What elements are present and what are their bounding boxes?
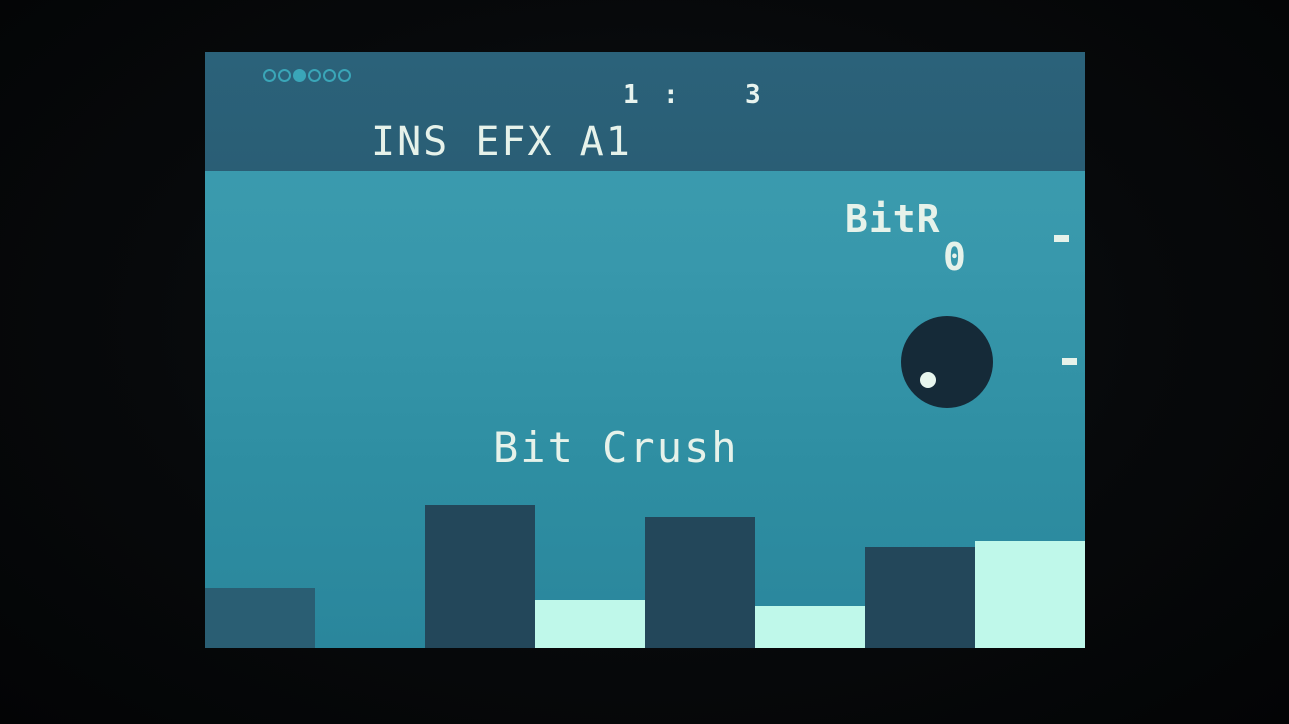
level-bar — [755, 606, 865, 648]
scroll-marker-bottom — [1062, 358, 1077, 365]
level-bar — [535, 600, 645, 648]
parameter-knob[interactable] — [901, 316, 993, 408]
level-bar — [975, 541, 1085, 648]
knob-indicator-dot — [920, 372, 936, 388]
device-frame: 1 : 3 INS EFX A1 BitR 0 Bit Crush — [0, 0, 1289, 724]
level-bar — [205, 588, 315, 648]
parameter-value: 0 — [943, 235, 966, 279]
parameter-name: BitR — [845, 197, 941, 241]
lcd-screen: 1 : 3 INS EFX A1 BitR 0 Bit Crush — [205, 52, 1085, 648]
level-bar — [865, 547, 975, 648]
level-bar — [425, 505, 535, 648]
level-bar — [645, 517, 755, 648]
effect-name: Bit Crush — [493, 423, 739, 472]
scroll-marker-top — [1054, 235, 1069, 242]
